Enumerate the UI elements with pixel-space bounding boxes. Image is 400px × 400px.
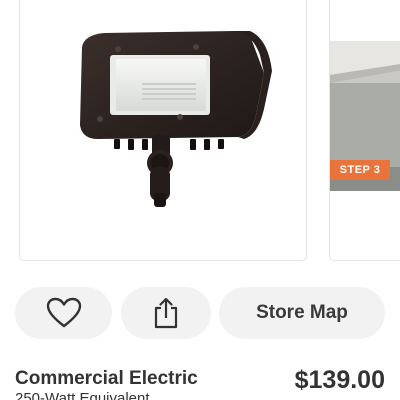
- step-badge: STEP 3: [330, 160, 390, 180]
- product-brand: Commercial Electric: [15, 368, 198, 389]
- store-map-label: Store Map: [256, 302, 348, 323]
- product-subtitle: 250-Watt Equivalent: [15, 390, 150, 400]
- product-price: $139.00: [294, 366, 385, 394]
- favorite-button[interactable]: [15, 287, 112, 339]
- product-page: STEP 3 Store Map Commercial Electric $13…: [0, 0, 400, 400]
- product-image-card[interactable]: [19, 0, 307, 261]
- share-icon: [154, 297, 178, 329]
- flood-light-image: [80, 31, 272, 207]
- heart-icon: [46, 297, 81, 328]
- share-button[interactable]: [121, 287, 211, 339]
- store-map-button[interactable]: Store Map: [219, 287, 385, 339]
- image-carousel[interactable]: STEP 3: [0, 0, 400, 272]
- next-image-card[interactable]: STEP 3: [329, 0, 400, 261]
